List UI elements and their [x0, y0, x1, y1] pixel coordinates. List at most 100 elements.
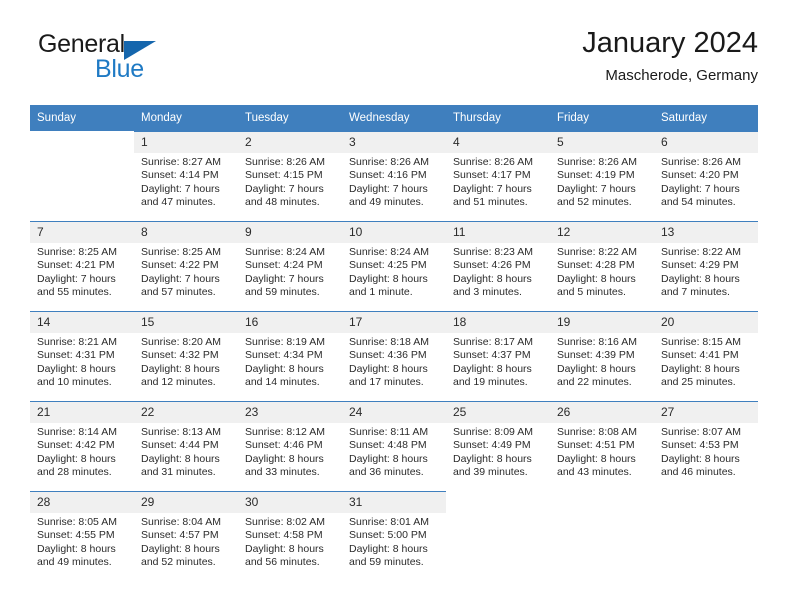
daylight-text: and 47 minutes. — [141, 196, 216, 209]
calendar-cell: 27 Sunrise: 8:07 AM Sunset: 4:53 PM Dayligh… — [654, 401, 758, 491]
day-cell[interactable]: 19 Sunrise: 8:16 AM Sunset: 4:39 PM Dayligh… — [550, 311, 654, 401]
day-cell[interactable]: 14 Sunrise: 8:21 AM Sunset: 4:31 PM Dayligh… — [30, 311, 134, 401]
day-number: 3 — [342, 132, 446, 153]
day-details: Sunrise: 8:12 AM Sunset: 4:46 PM Daylight:… — [238, 423, 342, 480]
day-number: 19 — [550, 312, 654, 333]
calendar-cell: 22 Sunrise: 8:13 AM Sunset: 4:44 PM Dayligh… — [134, 401, 238, 491]
sunset-text: Sunset: 5:00 PM — [349, 529, 427, 542]
day-cell[interactable]: 22 Sunrise: 8:13 AM Sunset: 4:44 PM Dayligh… — [134, 401, 238, 491]
day-cell[interactable]: 27 Sunrise: 8:07 AM Sunset: 4:53 PM Dayligh… — [654, 401, 758, 491]
day-cell[interactable]: 21 Sunrise: 8:14 AM Sunset: 4:42 PM Dayligh… — [30, 401, 134, 491]
day-number: 30 — [238, 492, 342, 513]
sunrise-text: Sunrise: 8:26 AM — [349, 156, 429, 168]
day-cell[interactable]: 26 Sunrise: 8:08 AM Sunset: 4:51 PM Dayligh… — [550, 401, 654, 491]
day-cell[interactable]: 8 Sunrise: 8:25 AM Sunset: 4:22 PM Daylight… — [134, 221, 238, 311]
day-details: Sunrise: 8:22 AM Sunset: 4:28 PM Daylight:… — [550, 243, 654, 300]
day-cell[interactable]: 6 Sunrise: 8:26 AM Sunset: 4:20 PM Daylight… — [654, 131, 758, 221]
sunrise-text: Sunrise: 8:02 AM — [245, 516, 325, 528]
day-cell[interactable]: 28 Sunrise: 8:05 AM Sunset: 4:55 PM Dayligh… — [30, 491, 134, 581]
calendar-cell: 6 Sunrise: 8:26 AM Sunset: 4:20 PM Daylight… — [654, 131, 758, 221]
day-details: Sunrise: 8:20 AM Sunset: 4:32 PM Daylight:… — [134, 333, 238, 390]
sunrise-text: Sunrise: 8:25 AM — [141, 246, 221, 258]
calendar-cell: 5 Sunrise: 8:26 AM Sunset: 4:19 PM Daylight… — [550, 131, 654, 221]
daylight-text: and 52 minutes. — [141, 556, 216, 569]
day-cell[interactable]: 16 Sunrise: 8:19 AM Sunset: 4:34 PM Dayligh… — [238, 311, 342, 401]
day-details: Sunrise: 8:19 AM Sunset: 4:34 PM Daylight:… — [238, 333, 342, 390]
day-cell[interactable]: 17 Sunrise: 8:18 AM Sunset: 4:36 PM Dayligh… — [342, 311, 446, 401]
calendar-cell — [30, 131, 134, 221]
sunrise-text: Sunrise: 8:23 AM — [453, 246, 533, 258]
calendar-cell: 14 Sunrise: 8:21 AM Sunset: 4:31 PM Dayligh… — [30, 311, 134, 401]
day-details: Sunrise: 8:24 AM Sunset: 4:25 PM Daylight:… — [342, 243, 446, 300]
day-cell[interactable]: 20 Sunrise: 8:15 AM Sunset: 4:41 PM Dayligh… — [654, 311, 758, 401]
day-cell[interactable]: 9 Sunrise: 8:24 AM Sunset: 4:24 PM Daylight… — [238, 221, 342, 311]
sunset-text: Sunset: 4:53 PM — [661, 439, 739, 452]
calendar-cell: 9 Sunrise: 8:24 AM Sunset: 4:24 PM Daylight… — [238, 221, 342, 311]
calendar-header-row: Sunday Monday Tuesday Wednesday Thursday… — [30, 105, 758, 131]
sunrise-text: Sunrise: 8:24 AM — [349, 246, 429, 258]
day-cell[interactable]: 29 Sunrise: 8:04 AM Sunset: 4:57 PM Dayligh… — [134, 491, 238, 581]
day-cell[interactable]: 10 Sunrise: 8:24 AM Sunset: 4:25 PM Dayligh… — [342, 221, 446, 311]
daylight-text: and 56 minutes. — [245, 556, 320, 569]
daylight-text: and 57 minutes. — [141, 286, 216, 299]
calendar-cell: 17 Sunrise: 8:18 AM Sunset: 4:36 PM Dayligh… — [342, 311, 446, 401]
daylight-text: Daylight: 7 hours — [349, 182, 428, 195]
sunset-text: Sunset: 4:36 PM — [349, 349, 427, 362]
day-cell[interactable]: 25 Sunrise: 8:09 AM Sunset: 4:49 PM Dayligh… — [446, 401, 550, 491]
day-details: Sunrise: 8:05 AM Sunset: 4:55 PM Daylight:… — [30, 513, 134, 570]
sunset-text: Sunset: 4:44 PM — [141, 439, 219, 452]
daylight-text: and 3 minutes. — [453, 286, 522, 299]
calendar-cell: 3 Sunrise: 8:26 AM Sunset: 4:16 PM Daylight… — [342, 131, 446, 221]
day-number: 22 — [134, 402, 238, 423]
sunset-text: Sunset: 4:22 PM — [141, 259, 219, 272]
calendar-page: General Blue January 2024 Mascherode, Ge… — [0, 0, 792, 612]
weekday-header-friday: Friday — [550, 105, 654, 131]
daylight-text: and 55 minutes. — [37, 286, 112, 299]
day-cell[interactable]: 7 Sunrise: 8:25 AM Sunset: 4:21 PM Daylight… — [30, 221, 134, 311]
day-cell[interactable]: 12 Sunrise: 8:22 AM Sunset: 4:28 PM Dayligh… — [550, 221, 654, 311]
brand-logo[interactable]: General Blue — [38, 30, 168, 86]
day-cell[interactable]: 30 Sunrise: 8:02 AM Sunset: 4:58 PM Dayligh… — [238, 491, 342, 581]
daylight-text: Daylight: 8 hours — [661, 362, 740, 375]
day-cell[interactable]: 24 Sunrise: 8:11 AM Sunset: 4:48 PM Dayligh… — [342, 401, 446, 491]
calendar-cell: 1 Sunrise: 8:27 AM Sunset: 4:14 PM Daylight… — [134, 131, 238, 221]
day-cell[interactable]: 23 Sunrise: 8:12 AM Sunset: 4:46 PM Dayligh… — [238, 401, 342, 491]
sunset-text: Sunset: 4:41 PM — [661, 349, 739, 362]
sunset-text: Sunset: 4:14 PM — [141, 169, 219, 182]
daylight-text: Daylight: 7 hours — [245, 272, 324, 285]
day-details: Sunrise: 8:26 AM Sunset: 4:16 PM Daylight:… — [342, 153, 446, 210]
day-cell[interactable]: 5 Sunrise: 8:26 AM Sunset: 4:19 PM Daylight… — [550, 131, 654, 221]
day-cell[interactable]: 18 Sunrise: 8:17 AM Sunset: 4:37 PM Dayligh… — [446, 311, 550, 401]
day-cell[interactable]: 11 Sunrise: 8:23 AM Sunset: 4:26 PM Dayligh… — [446, 221, 550, 311]
day-details: Sunrise: 8:17 AM Sunset: 4:37 PM Daylight:… — [446, 333, 550, 390]
day-cell-empty — [30, 131, 134, 221]
daylight-text: Daylight: 7 hours — [141, 182, 220, 195]
day-cell[interactable]: 3 Sunrise: 8:26 AM Sunset: 4:16 PM Daylight… — [342, 131, 446, 221]
day-details: Sunrise: 8:13 AM Sunset: 4:44 PM Daylight:… — [134, 423, 238, 480]
sunset-text: Sunset: 4:31 PM — [37, 349, 115, 362]
page-title: January 2024 — [582, 27, 758, 59]
daylight-text: and 28 minutes. — [37, 466, 112, 479]
day-cell[interactable]: 15 Sunrise: 8:20 AM Sunset: 4:32 PM Dayligh… — [134, 311, 238, 401]
day-cell[interactable]: 13 Sunrise: 8:22 AM Sunset: 4:29 PM Dayligh… — [654, 221, 758, 311]
daylight-text: Daylight: 8 hours — [661, 272, 740, 285]
day-cell[interactable]: 2 Sunrise: 8:26 AM Sunset: 4:15 PM Daylight… — [238, 131, 342, 221]
day-number: 1 — [134, 132, 238, 153]
daylight-text: Daylight: 8 hours — [349, 542, 428, 555]
sunrise-text: Sunrise: 8:24 AM — [245, 246, 325, 258]
day-cell[interactable]: 4 Sunrise: 8:26 AM Sunset: 4:17 PM Daylight… — [446, 131, 550, 221]
sunset-text: Sunset: 4:26 PM — [453, 259, 531, 272]
calendar-cell: 23 Sunrise: 8:12 AM Sunset: 4:46 PM Dayligh… — [238, 401, 342, 491]
calendar-grid: Sunday Monday Tuesday Wednesday Thursday… — [30, 105, 758, 581]
day-number: 14 — [30, 312, 134, 333]
day-cell[interactable]: 31 Sunrise: 8:01 AM Sunset: 5:00 PM Dayligh… — [342, 491, 446, 581]
day-details: Sunrise: 8:25 AM Sunset: 4:22 PM Daylight:… — [134, 243, 238, 300]
calendar-cell — [446, 491, 550, 581]
day-cell[interactable]: 1 Sunrise: 8:27 AM Sunset: 4:14 PM Daylight… — [134, 131, 238, 221]
calendar-cell: 4 Sunrise: 8:26 AM Sunset: 4:17 PM Daylight… — [446, 131, 550, 221]
sunrise-text: Sunrise: 8:12 AM — [245, 426, 325, 438]
calendar-week-row: 28 Sunrise: 8:05 AM Sunset: 4:55 PM Dayligh… — [30, 491, 758, 581]
day-details: Sunrise: 8:18 AM Sunset: 4:36 PM Daylight:… — [342, 333, 446, 390]
daylight-text: Daylight: 8 hours — [245, 362, 324, 375]
daylight-text: Daylight: 8 hours — [245, 542, 324, 555]
